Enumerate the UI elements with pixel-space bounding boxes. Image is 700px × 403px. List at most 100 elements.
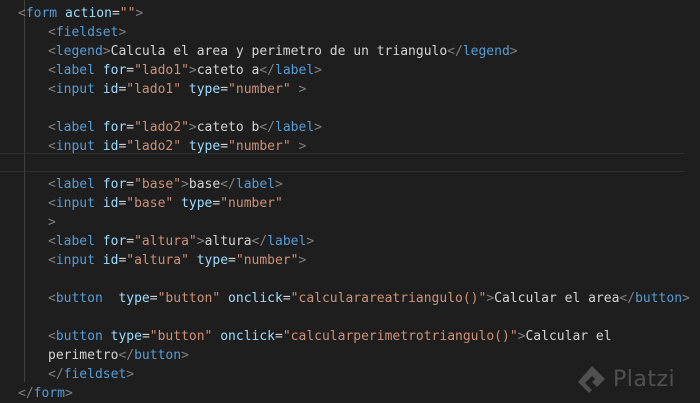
code-token: < <box>48 196 56 211</box>
indent-guide <box>24 0 25 382</box>
code-token: label <box>267 234 307 249</box>
code-token: = <box>149 291 158 306</box>
code-token: form <box>25 6 58 21</box>
code-token: button <box>55 329 103 344</box>
code-token: fieldset <box>55 25 119 40</box>
code-token: </ <box>48 367 64 382</box>
code-token: > <box>102 44 111 59</box>
code-line[interactable]: <button type="button" onclick="calculara… <box>48 289 690 308</box>
code-token: > <box>48 215 56 230</box>
code-token: base <box>188 177 221 192</box>
code-token: > <box>298 139 307 154</box>
code-token: </ <box>220 177 236 192</box>
code-token: < <box>48 82 56 97</box>
code-token: < <box>48 253 56 268</box>
code-token: "button" <box>157 291 221 306</box>
code-line[interactable]: <input id="altura" type="number"> <box>48 251 306 270</box>
code-token: "altura" <box>134 234 197 249</box>
code-line[interactable]: <fieldset> <box>48 23 126 42</box>
code-token: label <box>235 177 276 192</box>
code-line[interactable]: <label for="altura">altura</label> <box>48 232 314 251</box>
code-line[interactable]: <input id="lado1" type="number" > <box>48 80 306 99</box>
code-token: input <box>55 82 95 97</box>
code-token: > <box>306 234 315 249</box>
code-token: > <box>118 25 127 40</box>
code-token: "base" <box>134 177 182 192</box>
platzi-watermark: Platzi <box>577 362 675 396</box>
code-line[interactable]: </fieldset> <box>48 365 134 384</box>
code-token: > <box>188 120 197 135</box>
code-line[interactable]: </form> <box>18 384 73 403</box>
code-line[interactable]: <input id="lado2" type="number" > <box>48 137 306 156</box>
code-token: type <box>188 82 221 97</box>
code-token: > <box>126 367 135 382</box>
code-token: </ <box>447 44 463 59</box>
code-token: < <box>48 329 56 344</box>
code-token: = <box>141 329 150 344</box>
code-token: for <box>102 120 127 135</box>
code-token: < <box>48 63 56 78</box>
code-token: label <box>275 120 315 135</box>
code-line[interactable]: <label for="lado2">cateto b</label> <box>48 118 322 137</box>
code-token: id <box>102 253 119 268</box>
code-token: </ <box>251 234 268 249</box>
code-line[interactable]: > <box>48 213 56 232</box>
code-token: "number" <box>220 196 283 211</box>
code-token: > <box>314 120 322 135</box>
code-token: action <box>64 6 112 21</box>
code-token: input <box>55 196 95 211</box>
code-token: "number" <box>228 139 291 154</box>
code-token: type <box>110 329 142 344</box>
code-token: < <box>48 120 56 135</box>
code-token: = <box>282 291 291 306</box>
code-line[interactable]: <form action=""> <box>18 4 143 23</box>
code-token: < <box>48 44 56 59</box>
code-line[interactable]: <label for="lado1">cateto a</label> <box>48 61 322 80</box>
code-token: "" <box>119 6 136 21</box>
code-token: label <box>55 120 95 135</box>
code-token: < <box>48 139 56 154</box>
code-line[interactable]: <legend>Calcula el area y perimetro de u… <box>48 42 518 61</box>
code-token: < <box>48 291 56 306</box>
code-token: </ <box>619 291 636 306</box>
code-token: id <box>102 196 119 211</box>
code-token: < <box>48 177 56 192</box>
code-token: for <box>102 234 127 249</box>
code-token: cateto b <box>196 120 260 135</box>
code-token: "lado2" <box>134 120 189 135</box>
platzi-logo-icon <box>578 366 605 393</box>
code-token: </ <box>259 120 276 135</box>
code-line[interactable]: <button type="button" onclick="calcularp… <box>48 327 612 346</box>
code-editor[interactable]: <form action=""> <fieldset> <legend>Calcul… <box>0 0 700 403</box>
code-token: onclick <box>228 291 283 306</box>
code-token: > <box>298 253 307 268</box>
code-line[interactable]: <label for="base">base</label> <box>48 175 283 194</box>
code-token: altura <box>204 234 252 249</box>
code-token: type <box>188 139 221 154</box>
code-token: for <box>102 63 127 78</box>
code-token: "lado2" <box>126 139 182 154</box>
code-token: input <box>55 139 95 154</box>
code-token: = <box>111 6 120 21</box>
code-line[interactable]: <input id="base" type="number" <box>48 194 283 213</box>
code-token: = <box>126 63 135 78</box>
code-token: for <box>102 177 127 192</box>
code-token: input <box>55 253 95 268</box>
code-token: </ <box>259 63 276 78</box>
code-token: < <box>48 25 56 40</box>
code-token: type <box>196 253 229 268</box>
code-token: "calcularperimetrotriangulo()" <box>282 329 518 344</box>
code-token: id <box>102 139 119 154</box>
code-token: "number" <box>235 253 299 268</box>
code-token: perimetro <box>48 348 119 363</box>
code-token: > <box>181 348 189 363</box>
code-line[interactable]: perimetro</button> <box>48 346 189 365</box>
